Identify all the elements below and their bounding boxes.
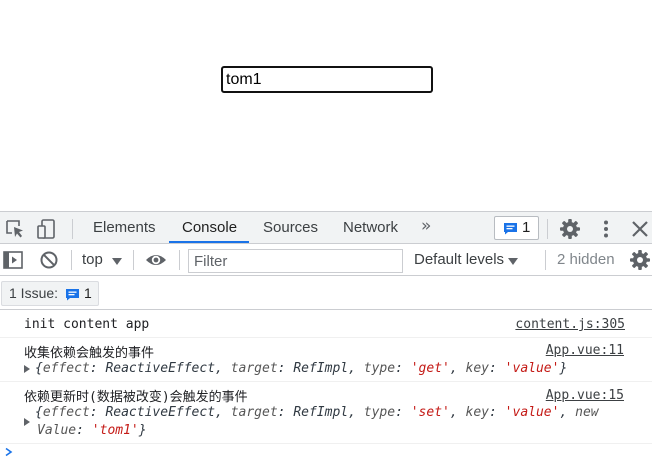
toolbar-divider bbox=[179, 250, 180, 270]
tab-network[interactable]: Network bbox=[341, 212, 400, 244]
issues-bar: 1 Issue: 1 bbox=[0, 276, 652, 310]
log-message: init content app bbox=[24, 317, 150, 332]
expand-arrow-icon[interactable] bbox=[24, 418, 30, 426]
log-object-preview[interactable]: {effect: ReactiveEffect, target: RefImpl… bbox=[35, 361, 567, 376]
device-toolbar-icon[interactable] bbox=[36, 218, 58, 240]
tab-elements[interactable]: Elements bbox=[91, 212, 158, 244]
sidebar-toggle-icon[interactable] bbox=[2, 249, 24, 271]
log-source-link[interactable]: App.vue:15 bbox=[546, 388, 624, 403]
log-object-preview[interactable]: {effect: ReactiveEffect, target: RefImpl… bbox=[35, 405, 599, 420]
issues-label: 1 Issue: bbox=[9, 285, 59, 301]
toolbar-divider bbox=[547, 219, 548, 239]
log-entry: 依赖更新时(数据被改变)会触发的事件 App.vue:15 {effect: R… bbox=[0, 382, 652, 444]
page-viewport bbox=[0, 0, 652, 211]
chevron-down-icon bbox=[508, 258, 518, 265]
eye-icon[interactable] bbox=[145, 249, 167, 271]
log-levels-dropdown[interactable]: Default levels bbox=[414, 249, 504, 271]
log-message: 收集依赖会触发的事件 bbox=[24, 346, 155, 361]
devtools-panel: Elements Console Sources Network » 1 top… bbox=[0, 211, 652, 466]
log-entry: init content app content.js:305 bbox=[0, 311, 652, 338]
gear-icon[interactable] bbox=[629, 249, 651, 271]
message-icon bbox=[66, 289, 79, 301]
log-source-link[interactable]: content.js:305 bbox=[515, 317, 625, 332]
inspect-element-icon[interactable] bbox=[4, 218, 26, 240]
toolbar-divider bbox=[133, 250, 134, 270]
console-toolbar: top Default levels 2 hidden bbox=[0, 244, 652, 276]
message-icon bbox=[504, 223, 517, 235]
expand-arrow-icon[interactable] bbox=[24, 365, 30, 373]
clear-console-icon[interactable] bbox=[38, 249, 60, 271]
filter-input[interactable] bbox=[188, 249, 403, 273]
context-selector[interactable]: top bbox=[82, 249, 103, 271]
issues-button[interactable]: 1 Issue: 1 bbox=[1, 281, 99, 306]
log-object-preview-continued: Value: 'tom1'} bbox=[37, 423, 147, 438]
toolbar-divider bbox=[72, 219, 73, 239]
toolbar-divider bbox=[71, 250, 72, 270]
more-tabs-icon[interactable]: » bbox=[421, 216, 431, 236]
hidden-messages-count: 2 hidden bbox=[557, 251, 615, 268]
devtools-main-toolbar: Elements Console Sources Network » 1 bbox=[0, 211, 652, 244]
name-input[interactable] bbox=[221, 66, 433, 93]
toolbar-divider bbox=[545, 250, 546, 270]
close-icon[interactable] bbox=[629, 218, 651, 240]
console-log: init content app content.js:305 收集依赖会触发的… bbox=[0, 311, 652, 466]
log-source-link[interactable]: App.vue:11 bbox=[546, 343, 624, 358]
tab-sources[interactable]: Sources bbox=[261, 212, 320, 244]
log-entry: 收集依赖会触发的事件 App.vue:11 {effect: ReactiveE… bbox=[0, 338, 652, 382]
tab-console[interactable]: Console bbox=[180, 212, 239, 244]
issues-count: 1 bbox=[84, 285, 92, 301]
chevron-down-icon bbox=[112, 258, 122, 265]
log-message: 依赖更新时(数据被改变)会触发的事件 bbox=[24, 390, 248, 405]
active-tab-indicator bbox=[169, 241, 249, 243]
issues-counter-button[interactable]: 1 bbox=[494, 216, 539, 240]
issues-count: 1 bbox=[522, 219, 531, 236]
console-prompt-icon[interactable] bbox=[4, 447, 14, 457]
vertical-dots-icon[interactable] bbox=[595, 218, 617, 240]
gear-icon[interactable] bbox=[559, 218, 581, 240]
